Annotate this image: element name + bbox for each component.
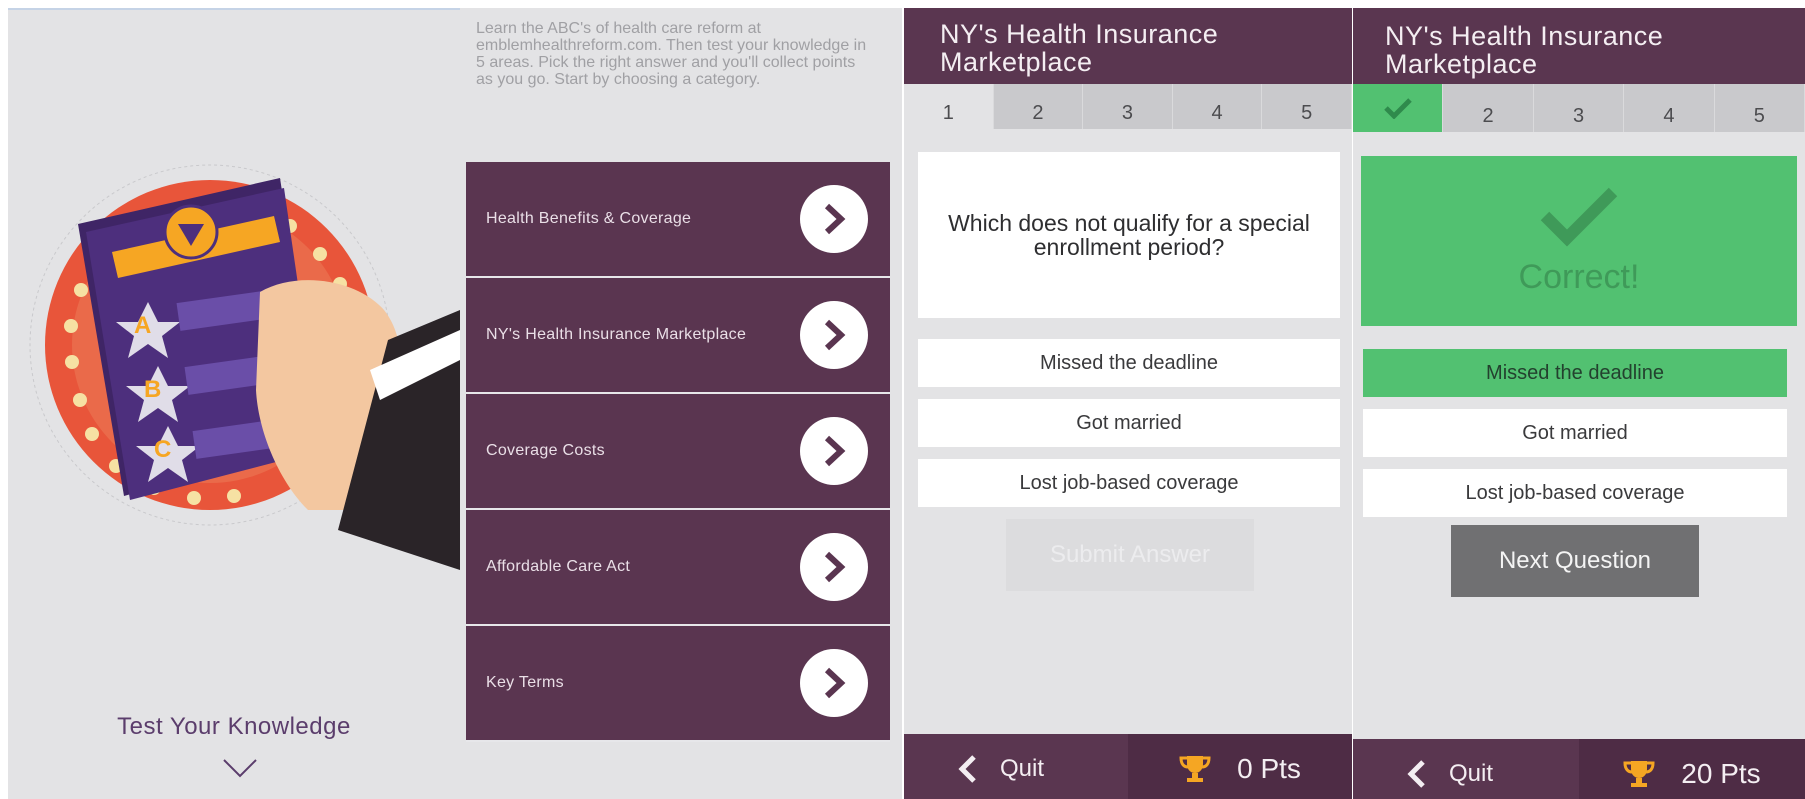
quit-label: Quit (1449, 760, 1494, 787)
category-key-terms[interactable]: Key Terms (466, 626, 890, 742)
submit-answer-button[interactable]: Submit Answer (1006, 519, 1254, 591)
points-display: 20 Pts (1579, 739, 1805, 799)
quiz-footer: Quit 20 Pts (1353, 739, 1805, 799)
answer-letter-c: C (154, 436, 172, 463)
answer-result-screen: NY's Health Insurance Marketplace 2 3 4 … (1353, 8, 1805, 799)
points-value: 20 Pts (1681, 758, 1761, 789)
points-value: 0 Pts (1237, 753, 1301, 784)
category-coverage-costs[interactable]: Coverage Costs (466, 394, 890, 510)
category-label: Health Benefits & Coverage (486, 210, 692, 227)
category-label: Key Terms (486, 674, 564, 691)
quiz-footer: Quit 0 Pts (904, 734, 1352, 799)
question-card: Which does not qualify for a special enr… (918, 152, 1340, 318)
checkmark-icon (1383, 98, 1412, 119)
quit-button[interactable]: Quit (1353, 739, 1579, 799)
test-your-knowledge-title: Test Your Knowledge (117, 713, 351, 740)
tab-question-3[interactable]: 3 (1083, 84, 1173, 129)
quit-label: Quit (1000, 755, 1045, 782)
correct-result-card: Correct! (1361, 156, 1797, 326)
answer-option-3[interactable]: Lost job-based coverage (1363, 469, 1787, 517)
category-health-benefits[interactable]: Health Benefits & Coverage (466, 162, 890, 278)
chevron-left-icon (958, 755, 976, 783)
answer-option-1[interactable]: Missed the deadline (1363, 349, 1787, 397)
intro-screen: A B C Test Your Knowledge (8, 8, 460, 799)
tab-question-2[interactable]: 2 (1443, 84, 1534, 132)
quiz-header: NY's Health Insurance Marketplace (1353, 8, 1805, 84)
answer-option-1[interactable]: Missed the deadline (918, 339, 1340, 387)
chevron-left-icon (1407, 760, 1425, 788)
question-tabs: 1 2 3 4 5 (904, 84, 1352, 129)
trophy-icon (1623, 761, 1655, 787)
points-display: 0 Pts (1128, 734, 1352, 799)
chevron-right-icon[interactable] (800, 301, 868, 369)
chevron-down-icon[interactable] (222, 758, 258, 778)
tab-question-2[interactable]: 2 (993, 84, 1084, 129)
header-title-line2: Marketplace (1385, 49, 1538, 79)
header-title-line1: NY's Health Insurance (940, 19, 1219, 49)
tab-question-4[interactable]: 4 (1172, 84, 1263, 129)
quiz-header: NY's Health Insurance Marketplace (904, 8, 1352, 84)
answer-letter-a: A (134, 312, 152, 339)
answer-option-2[interactable]: Got married (918, 399, 1340, 447)
category-label: Coverage Costs (486, 442, 605, 459)
tab-question-3[interactable]: 3 (1533, 84, 1625, 132)
intro-text: Learn the ABC's of health care reform at… (476, 20, 867, 88)
trophy-icon (1179, 756, 1211, 782)
question-text: Which does not qualify for a special enr… (948, 210, 1310, 260)
chevron-right-icon[interactable] (800, 649, 868, 717)
category-screen: Learn the ABC's of health care reform at… (460, 8, 902, 799)
result-text: Correct! (1518, 257, 1640, 296)
quiz-illustration (29, 164, 460, 570)
quit-button[interactable]: Quit (904, 734, 1128, 799)
question-screen: NY's Health Insurance Marketplace 1 2 3 … (904, 8, 1352, 799)
tab-question-5[interactable]: 5 (1262, 84, 1352, 129)
tab-question-1[interactable] (1353, 84, 1444, 132)
question-tabs: 2 3 4 5 (1353, 84, 1805, 132)
answer-letter-b: B (144, 376, 162, 403)
chevron-right-icon[interactable] (800, 533, 868, 601)
category-label: Affordable Care Act (486, 558, 631, 575)
answer-option-3[interactable]: Lost job-based coverage (918, 459, 1340, 507)
category-list: Health Benefits & Coverage NY's Health I… (466, 162, 890, 742)
tab-question-1[interactable]: 1 (904, 84, 994, 129)
tab-question-4[interactable]: 4 (1624, 84, 1715, 132)
checkmark-icon (1540, 187, 1618, 246)
category-label: NY's Health Insurance Marketplace (486, 326, 747, 343)
chevron-right-icon[interactable] (800, 417, 868, 485)
category-ny-marketplace[interactable]: NY's Health Insurance Marketplace (466, 278, 890, 394)
header-title-line1: NY's Health Insurance (1385, 21, 1664, 51)
category-affordable-care-act[interactable]: Affordable Care Act (466, 510, 890, 626)
next-question-button[interactable]: Next Question (1451, 525, 1699, 597)
chevron-right-icon[interactable] (800, 185, 868, 253)
header-title-line2: Marketplace (940, 47, 1093, 77)
tab-question-5[interactable]: 5 (1714, 84, 1805, 132)
answer-option-2[interactable]: Got married (1363, 409, 1787, 457)
